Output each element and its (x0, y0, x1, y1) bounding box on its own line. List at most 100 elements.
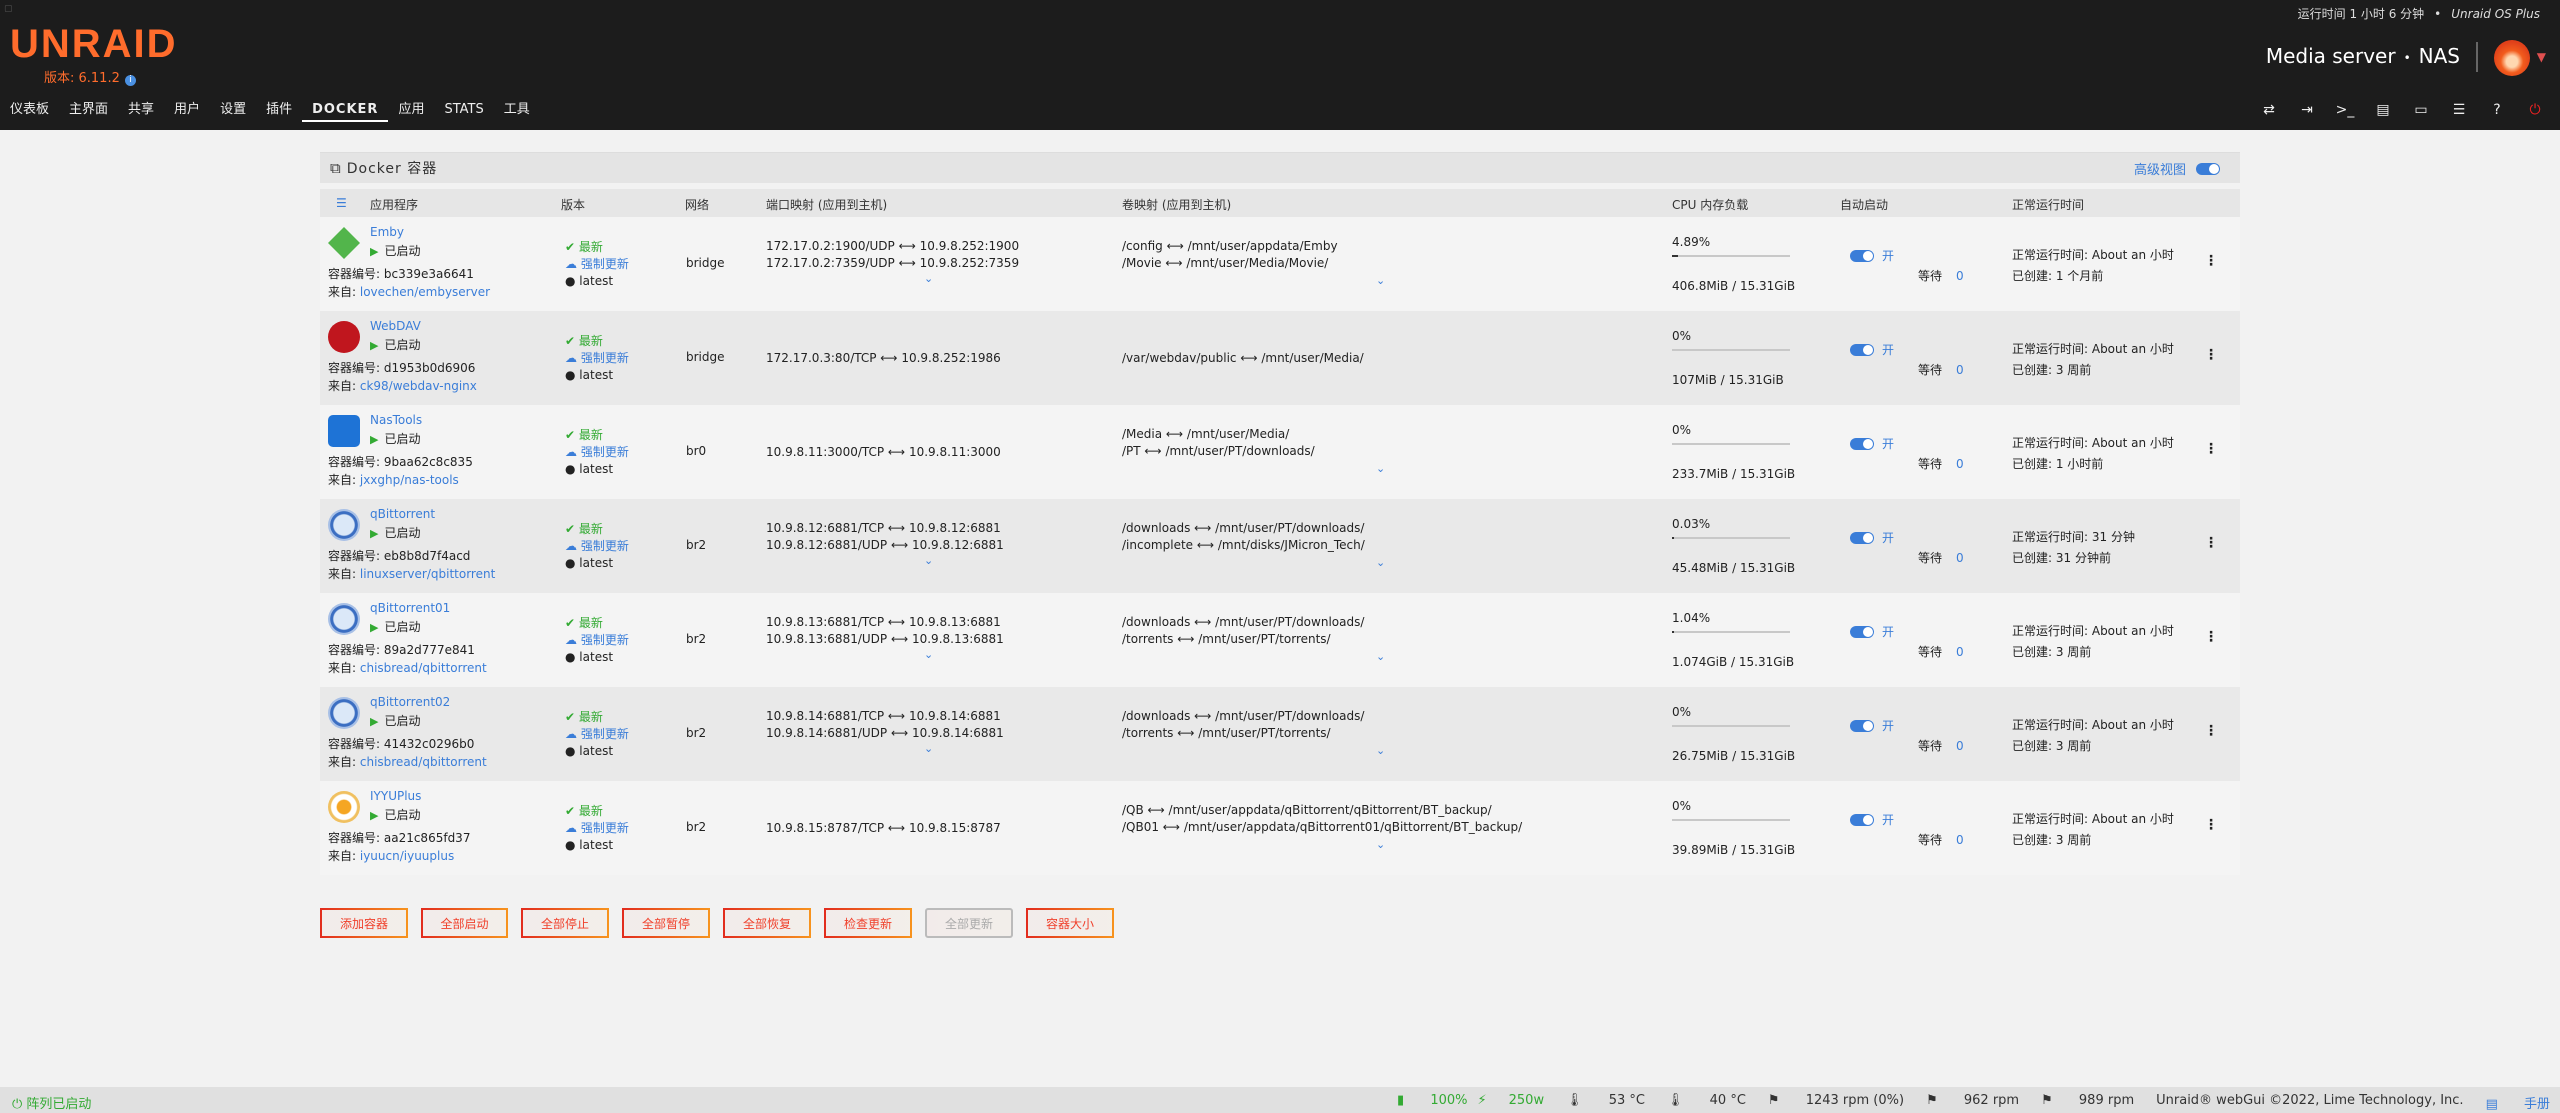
logout-icon[interactable]: ⇥ (2288, 100, 2326, 120)
autostart-toggle[interactable]: 开 (1850, 623, 1894, 640)
chevron-down-icon[interactable]: ⌄ (1376, 744, 1385, 757)
chevron-down-icon[interactable]: ⌄ (1376, 838, 1385, 851)
wait-value[interactable]: 0 (1956, 363, 1964, 377)
force-update-link[interactable]: ☁ 强制更新 (565, 444, 629, 461)
autostart-switch[interactable] (1850, 249, 1874, 262)
nav-docker[interactable]: DOCKER (302, 100, 389, 122)
chevron-down-icon[interactable]: ⌄ (1376, 650, 1385, 663)
add-container-button[interactable]: 添加容器 (320, 908, 408, 938)
chevron-down-icon[interactable]: ⌄ (924, 648, 933, 661)
source-link[interactable]: chisbread/qbittorrent (360, 661, 487, 675)
advanced-view-toggle[interactable]: 高级视图 (2134, 159, 2220, 178)
more-options-icon[interactable]: ⋮ (2204, 535, 2218, 551)
plan-text[interactable]: Unraid OS Plus (2451, 7, 2540, 21)
source-link[interactable]: chisbread/qbittorrent (360, 755, 487, 769)
source-link[interactable]: linuxserver/qbittorrent (360, 567, 495, 581)
unraid-logo[interactable]: UNRAID (10, 22, 178, 67)
advanced-view-switch[interactable] (2196, 162, 2220, 175)
emby-icon[interactable] (328, 227, 360, 259)
source-link[interactable]: ck98/webdav-nginx (360, 379, 477, 393)
autostart-switch[interactable] (1850, 531, 1874, 544)
resume-all-button[interactable]: 全部恢复 (723, 908, 811, 938)
container-name[interactable]: Emby (370, 225, 404, 239)
wait-value[interactable]: 0 (1956, 551, 1964, 565)
iyuu-icon[interactable] (328, 791, 360, 823)
chevron-down-icon[interactable]: ⌄ (924, 554, 933, 567)
autostart-switch[interactable] (1850, 437, 1874, 450)
force-update-link[interactable]: ☁ 强制更新 (565, 632, 629, 649)
container-name[interactable]: WebDAV (370, 319, 421, 333)
wait-value[interactable]: 0 (1956, 739, 1964, 753)
wait-value[interactable]: 0 (1956, 833, 1964, 847)
autostart-toggle[interactable]: 开 (1850, 811, 1894, 828)
container-name[interactable]: NasTools (370, 413, 422, 427)
more-options-icon[interactable]: ⋮ (2204, 253, 2218, 269)
qbittorrent-icon[interactable] (328, 697, 360, 729)
force-update-link[interactable]: ☁ 强制更新 (565, 538, 629, 555)
more-options-icon[interactable]: ⋮ (2204, 347, 2218, 363)
pause-all-button[interactable]: 全部暂停 (622, 908, 710, 938)
container-name[interactable]: qBittorrent02 (370, 695, 450, 709)
wait-value[interactable]: 0 (1956, 269, 1964, 283)
nav-shares[interactable]: 共享 (118, 100, 164, 122)
autostart-switch[interactable] (1850, 719, 1874, 732)
nav-main[interactable]: 主界面 (59, 100, 118, 122)
qbittorrent-icon[interactable] (328, 509, 360, 541)
autostart-switch[interactable] (1850, 343, 1874, 356)
autostart-switch[interactable] (1850, 813, 1874, 826)
manual-link[interactable]: ▤ 手册 (2486, 1093, 2550, 1112)
nastools-icon[interactable] (328, 415, 360, 447)
qbittorrent-icon[interactable] (328, 603, 360, 635)
start-all-button[interactable]: 全部启动 (421, 908, 508, 938)
chevron-down-icon[interactable]: ⌄ (1376, 462, 1385, 475)
more-options-icon[interactable]: ⋮ (2204, 629, 2218, 645)
wait-value[interactable]: 0 (1956, 645, 1964, 659)
force-update-link[interactable]: ☁ 强制更新 (565, 256, 629, 273)
chevron-down-icon[interactable]: ⌄ (924, 742, 933, 755)
autostart-toggle[interactable]: 开 (1850, 341, 1894, 358)
autostart-toggle[interactable]: 开 (1850, 435, 1894, 452)
force-update-link[interactable]: ☁ 强制更新 (565, 820, 629, 837)
terminal-icon[interactable]: >_ (2326, 100, 2364, 120)
power-icon[interactable]: ⏻ (2516, 100, 2554, 120)
bell-icon[interactable]: ☰ (2440, 100, 2478, 120)
monitor-icon[interactable]: ▭ (2402, 100, 2440, 120)
chevron-down-icon[interactable]: ⌄ (1376, 556, 1385, 569)
nav-stats[interactable]: STATS (434, 100, 493, 122)
force-update-link[interactable]: ☁ 强制更新 (565, 350, 629, 367)
version-label[interactable]: 版本: 6.11.2 i (44, 67, 136, 86)
wait-value[interactable]: 0 (1956, 457, 1964, 471)
container-name[interactable]: IYYUPlus (370, 789, 421, 803)
switch-icon[interactable]: ⇄ (2250, 100, 2288, 120)
nav-dashboard[interactable]: 仪表板 (0, 100, 59, 122)
source-link[interactable]: jxxghp/nas-tools (360, 473, 459, 487)
autostart-switch[interactable] (1850, 625, 1874, 638)
check-updates-button[interactable]: 检查更新 (824, 908, 912, 938)
autostart-toggle[interactable]: 开 (1850, 529, 1894, 546)
help-icon[interactable]: ? (2478, 100, 2516, 120)
chevron-down-icon[interactable]: ⌄ (924, 272, 933, 285)
webdav-icon[interactable] (328, 321, 360, 353)
more-options-icon[interactable]: ⋮ (2204, 441, 2218, 457)
more-options-icon[interactable]: ⋮ (2204, 817, 2218, 833)
list-icon[interactable]: ☰ (336, 196, 347, 210)
more-options-icon[interactable]: ⋮ (2204, 723, 2218, 739)
feedback-icon[interactable]: ▤ (2364, 100, 2402, 120)
chevron-down-icon[interactable]: ▼ (2537, 50, 2546, 64)
nav-plugins[interactable]: 插件 (256, 100, 302, 122)
autostart-toggle[interactable]: 开 (1850, 247, 1894, 264)
container-name[interactable]: qBittorrent (370, 507, 435, 521)
container-size-button[interactable]: 容器大小 (1026, 908, 1114, 938)
autostart-toggle[interactable]: 开 (1850, 717, 1894, 734)
stop-all-button[interactable]: 全部停止 (521, 908, 609, 938)
force-update-link[interactable]: ☁ 强制更新 (565, 726, 629, 743)
source-link[interactable]: iyuucn/iyuuplus (360, 849, 454, 863)
nav-apps[interactable]: 应用 (388, 100, 434, 122)
info-icon[interactable]: i (124, 75, 136, 86)
nav-tools[interactable]: 工具 (494, 100, 540, 122)
container-name[interactable]: qBittorrent01 (370, 601, 450, 615)
user-avatar[interactable] (2494, 40, 2530, 76)
nav-users[interactable]: 用户 (164, 100, 210, 122)
chevron-down-icon[interactable]: ⌄ (1376, 274, 1385, 287)
source-link[interactable]: lovechen/embyserver (360, 285, 490, 299)
